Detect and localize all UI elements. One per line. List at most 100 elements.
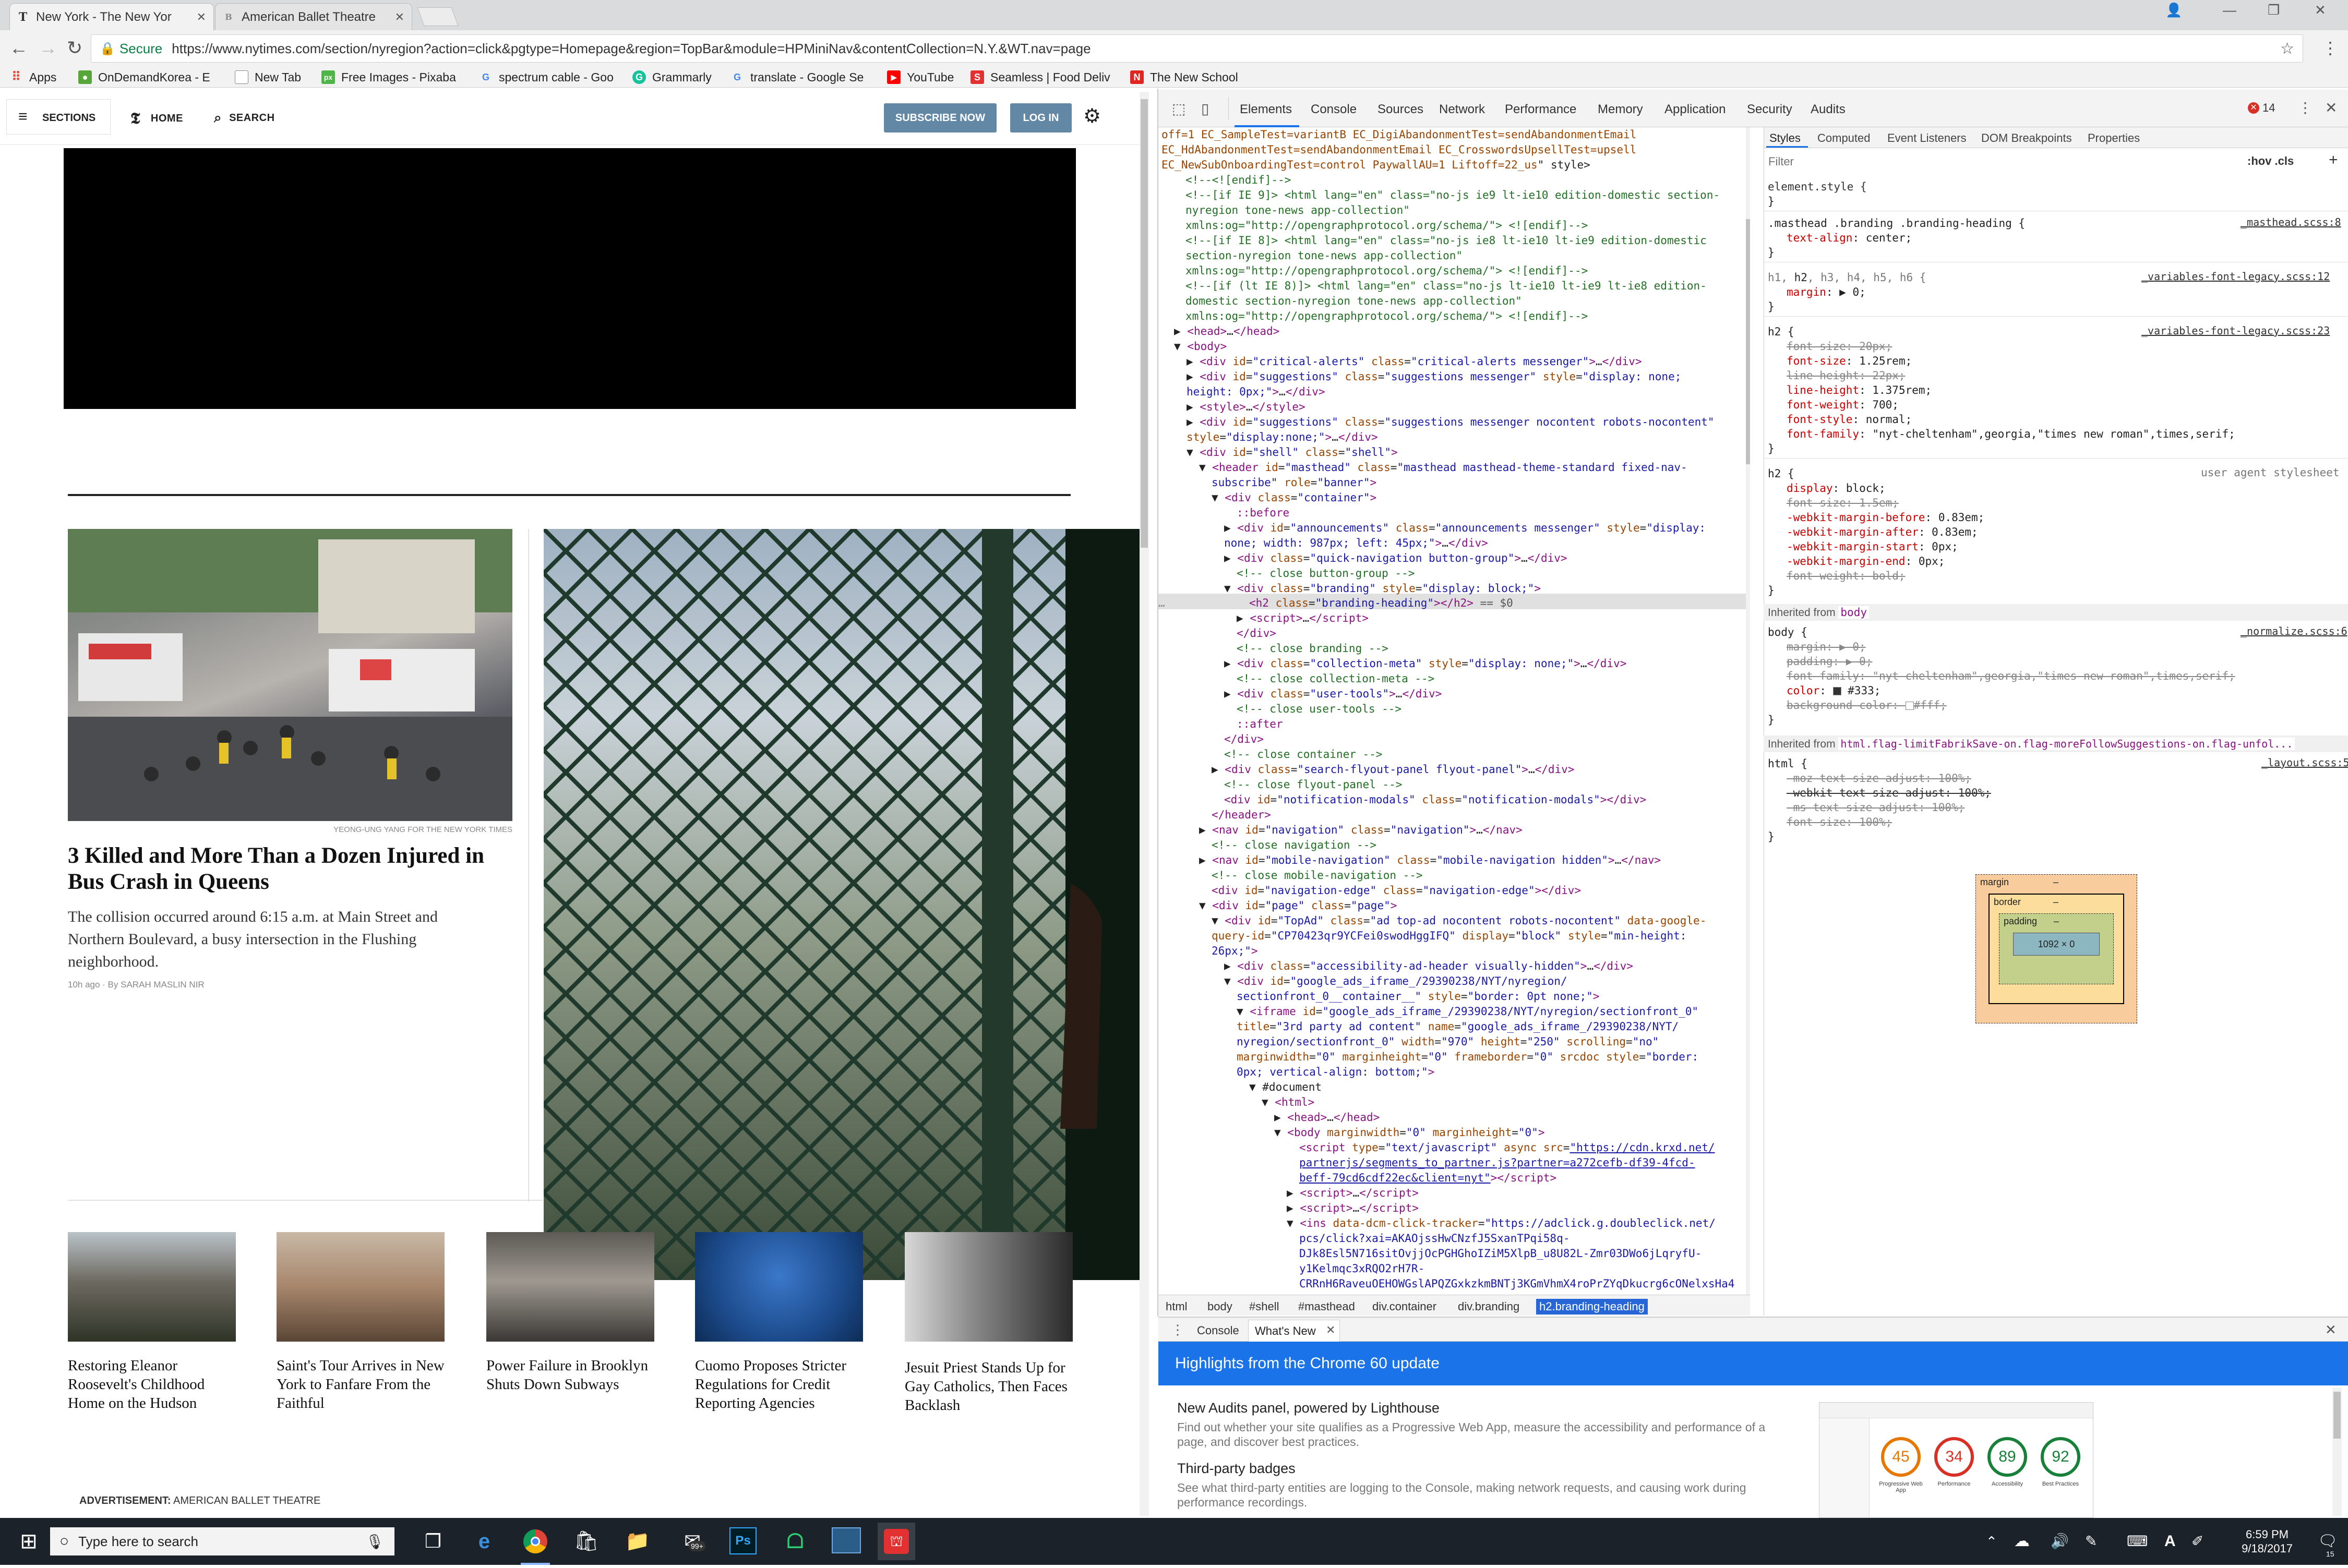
story-photo-jesuit-priest[interactable] xyxy=(905,1232,1073,1342)
rule-source-link[interactable]: _masthead.scss:8 xyxy=(2241,216,2341,228)
style-declaration-overridden[interactable]: -moz-text-size-adjust: 100%; xyxy=(1787,771,1971,786)
box-model-border[interactable]: border – padding – 1092 × 0 xyxy=(1988,894,2124,1004)
app-window-icon[interactable] xyxy=(832,1527,861,1553)
home-link[interactable]: 𝕿 HOME xyxy=(130,110,183,128)
story-photo-roosevelt-home[interactable] xyxy=(68,1232,236,1342)
breadcrumb-item-selected[interactable]: h2.branding-heading xyxy=(1536,1299,1648,1314)
subtab-computed[interactable]: Computed xyxy=(1817,131,1871,145)
menu-icon[interactable]: ⋮ xyxy=(2322,38,2339,58)
rule-source-link[interactable]: _variables-font-legacy.scss:23 xyxy=(2141,324,2330,337)
subscribe-button[interactable]: SUBSCRIBE NOW xyxy=(884,103,997,132)
ink-workspace-icon[interactable]: ✐ xyxy=(2191,1527,2214,1555)
address-bar[interactable]: 🔒 Secure https://www.nytimes.com/section… xyxy=(91,34,2303,63)
close-tab-icon[interactable]: ✕ xyxy=(395,10,404,24)
story-photo-subway[interactable] xyxy=(486,1232,654,1342)
breadcrumb-item[interactable]: html xyxy=(1163,1299,1191,1314)
forward-icon[interactable]: → xyxy=(39,38,57,58)
style-declaration[interactable]: -webkit-margin-start: 0px; xyxy=(1787,539,1958,554)
story-headline[interactable]: Saint's Tour Arrives in New York to Fanf… xyxy=(277,1356,445,1413)
tab-nyt[interactable]: T New York - The New Yor ✕ xyxy=(9,3,214,30)
pen-icon[interactable]: ✎ xyxy=(2085,1527,2106,1555)
breadcrumb-item[interactable]: #shell xyxy=(1246,1299,1282,1314)
bookmark-new-school[interactable]: N The New School xyxy=(1130,69,1238,86)
inspect-element-icon[interactable]: ⬚ xyxy=(1172,100,1185,117)
style-declaration-overridden[interactable]: font-family: "nyt-cheltenham",georgia,"t… xyxy=(1787,669,2235,683)
search-link[interactable]: ⌕ SEARCH xyxy=(214,110,275,126)
style-declaration-overridden[interactable]: -webkit-text-size-adjust: 100%; xyxy=(1787,786,1991,800)
breadcrumb-item[interactable]: body xyxy=(1204,1299,1236,1314)
style-declaration[interactable]: font-size: 1.25rem; xyxy=(1787,354,1912,368)
input-language-icon[interactable]: A xyxy=(2164,1527,2182,1555)
bookmark-youtube[interactable]: ▶ YouTube xyxy=(887,69,954,86)
photoshop-icon[interactable]: Ps xyxy=(729,1527,757,1554)
tab-security[interactable]: Security xyxy=(1747,102,1792,117)
story-headline[interactable]: Cuomo Proposes Stricter Regulations for … xyxy=(695,1356,863,1413)
box-model-content[interactable]: 1092 × 0 xyxy=(2013,933,2100,956)
tab-memory[interactable]: Memory xyxy=(1598,102,1643,117)
story-photo-saint-tour[interactable] xyxy=(277,1232,445,1342)
page-scrollbar-thumb[interactable] xyxy=(1141,99,1148,548)
style-declaration-overridden[interactable]: -ms-text-size-adjust: 100%; xyxy=(1787,800,1964,815)
mail-icon[interactable]: ✉99+ xyxy=(674,1527,711,1555)
box-model-margin[interactable]: margin – border – padding – 1092 × 0 xyxy=(1975,874,2137,1023)
bookmark-grammarly[interactable]: G Grammarly xyxy=(632,69,712,86)
style-declaration-overridden[interactable]: background-color: #fff; xyxy=(1787,698,1947,713)
style-declaration[interactable]: font-style: normal; xyxy=(1787,412,1912,427)
tab-sources[interactable]: Sources xyxy=(1377,102,1423,117)
clock[interactable]: 6:59 PM 9/18/2017 xyxy=(2228,1527,2306,1555)
chrome-icon[interactable] xyxy=(521,1527,550,1555)
rule-source-link[interactable]: _layout.scss:57 xyxy=(2261,756,2348,769)
chain-link-fence-photo[interactable] xyxy=(544,529,1148,1280)
drawer-tab-console[interactable]: Console xyxy=(1197,1324,1239,1337)
elements-tree[interactable]: off=1 EC_SampleTest=variantB EC_DigiAban… xyxy=(1158,127,1750,1295)
bookmark-new-tab[interactable]: New Tab xyxy=(235,69,301,86)
style-declaration[interactable]: -webkit-margin-after: 0.83em; xyxy=(1787,525,1978,539)
taskbar-search-box[interactable]: ○ Type here to search 🎙 xyxy=(50,1527,394,1555)
story-headline[interactable]: Restoring Eleanor Roosevelt's Childhood … xyxy=(68,1356,236,1413)
lead-photo-bus-crash[interactable] xyxy=(68,529,512,821)
add-rule-icon[interactable]: + xyxy=(2329,151,2338,169)
story-headline[interactable]: Jesuit Priest Stands Up for Gay Catholic… xyxy=(905,1358,1073,1415)
style-declaration[interactable]: margin: ▶ 0; xyxy=(1787,285,1866,299)
tab-audits[interactable]: Audits xyxy=(1811,102,1846,117)
style-declaration[interactable]: line-height: 1.375rem; xyxy=(1787,383,1932,397)
minimize-icon[interactable]: — xyxy=(2223,2,2236,18)
drawer-scrollbar-thumb[interactable] xyxy=(2333,1392,2341,1439)
task-view-icon[interactable]: ❐ xyxy=(418,1527,448,1555)
abt-app-highlight[interactable]: ⛫ xyxy=(878,1523,915,1560)
windows-start-icon[interactable]: ⊞ xyxy=(15,1527,43,1555)
close-drawer-icon[interactable]: ✕ xyxy=(2325,1322,2337,1338)
device-toolbar-icon[interactable]: ▯ xyxy=(1201,100,1209,117)
action-center-icon[interactable]: 🗨 15 xyxy=(2315,1527,2341,1558)
subtab-styles[interactable]: Styles xyxy=(1769,131,1801,145)
microphone-icon[interactable]: 🎙 xyxy=(365,1533,384,1550)
devtools-menu-icon[interactable]: ⋮ xyxy=(2298,99,2313,116)
store-icon[interactable]: 🛍 xyxy=(572,1527,601,1555)
subtab-properties[interactable]: Properties xyxy=(2088,131,2140,145)
login-button[interactable]: LOG IN xyxy=(1010,103,1072,132)
bookmark-apps[interactable]: ⠿ Apps xyxy=(9,69,56,86)
sections-button[interactable]: ≡ SECTIONS xyxy=(6,99,111,135)
style-declaration-overridden[interactable]: font-size: 100%; xyxy=(1787,815,1892,829)
style-declaration-overridden[interactable]: line-height: 22px; xyxy=(1787,368,1906,383)
close-tab-icon[interactable]: ✕ xyxy=(1326,1323,1335,1337)
bookmark-ondemandkorea[interactable]: ● OnDemandKorea - E xyxy=(78,69,210,86)
reload-icon[interactable]: ↻ xyxy=(67,38,82,58)
tab-performance[interactable]: Performance xyxy=(1505,102,1576,117)
tab-console[interactable]: Console xyxy=(1311,102,1357,117)
error-counter[interactable]: ✕ 14 xyxy=(2248,101,2275,115)
style-declaration[interactable]: text-align: center; xyxy=(1787,231,1912,245)
restore-icon[interactable]: ❐ xyxy=(2268,2,2280,18)
drawer-tab-whats-new[interactable]: What's New ✕ xyxy=(1248,1320,1340,1342)
drawer-menu-icon[interactable]: ⋮ xyxy=(1171,1322,1184,1338)
style-declaration[interactable]: color: #333; xyxy=(1787,683,1880,698)
bookmark-seamless[interactable]: S Seamless | Food Deliv xyxy=(971,69,1110,86)
story-headline[interactable]: Power Failure in Brooklyn Shuts Down Sub… xyxy=(486,1356,654,1394)
bookmark-spectrum[interactable]: G spectrum cable - Goo xyxy=(479,69,614,86)
file-explorer-icon[interactable]: 📁 xyxy=(623,1527,652,1555)
volume-icon[interactable]: 🔊 xyxy=(2051,1527,2071,1555)
profile-icon[interactable]: 👤 xyxy=(2165,2,2182,18)
breadcrumb-item[interactable]: div.container xyxy=(1369,1299,1440,1314)
close-devtools-icon[interactable]: ✕ xyxy=(2325,99,2337,116)
subtab-dom-breakpoints[interactable]: DOM Breakpoints xyxy=(1981,131,2072,145)
